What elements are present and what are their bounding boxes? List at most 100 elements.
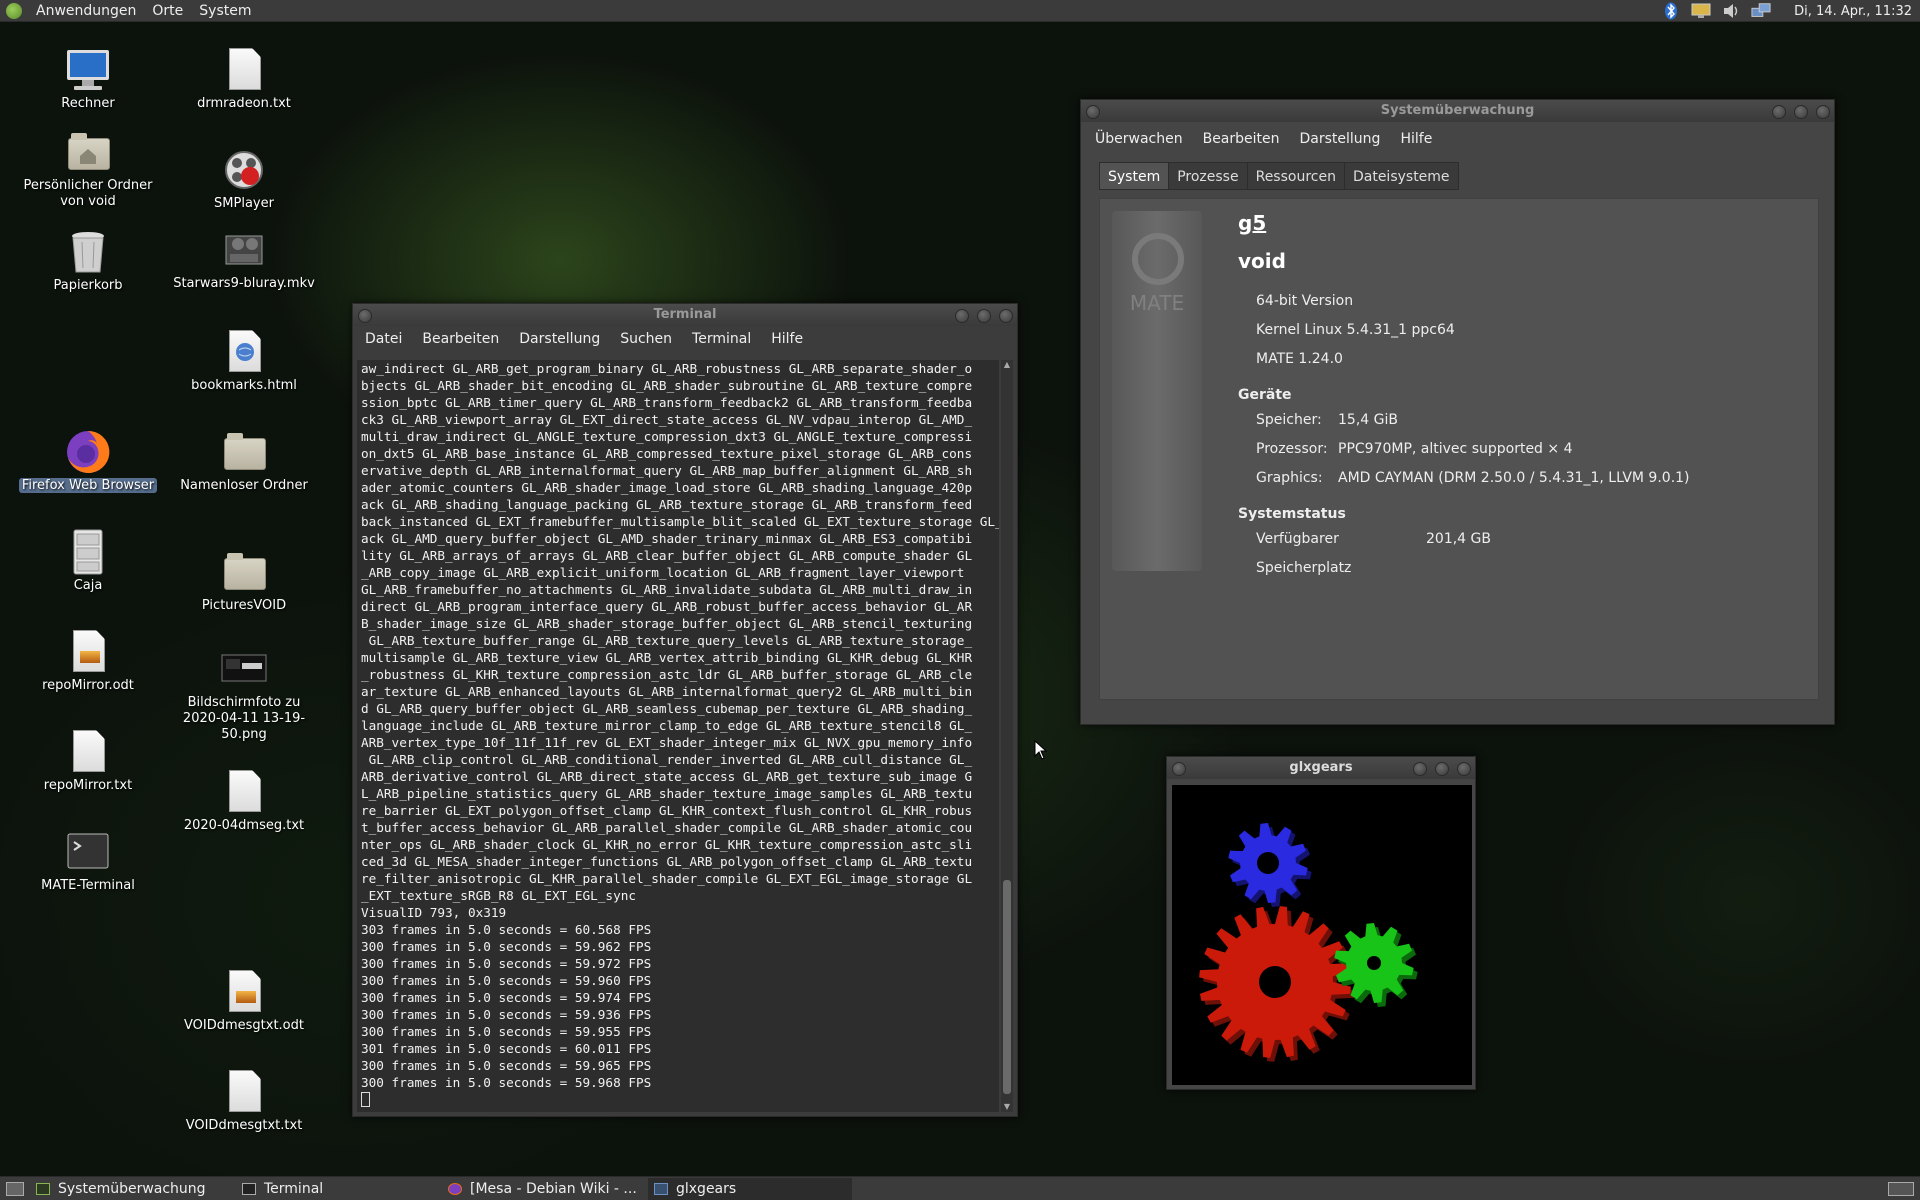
display-icon[interactable]: [1691, 2, 1711, 20]
window-menu-button[interactable]: [358, 309, 372, 323]
minimize-button[interactable]: [1413, 762, 1427, 776]
hostname[interactable]: g5: [1238, 211, 1690, 235]
minimize-button[interactable]: [955, 309, 969, 323]
window-menu-button[interactable]: [1086, 105, 1100, 119]
terminal-line: _EXT_texture_sRGB_R8 GL_EXT_EGL_sync: [361, 888, 636, 903]
scroll-up-icon[interactable]: ▲: [1001, 360, 1013, 370]
terminal-line: 300 frames in 5.0 seconds = 59.962 FPS: [361, 939, 652, 954]
desktop-icon-caja[interactable]: Caja: [13, 528, 163, 594]
tab-prozesse[interactable]: Prozesse: [1168, 162, 1248, 190]
text-file-icon: [220, 1068, 268, 1116]
desktop-icon-label: Starwars9-bluray.mkv: [173, 276, 315, 291]
graphics-label: Graphics:: [1256, 470, 1323, 486]
terminal-scrollbar[interactable]: ▲ ▼: [1001, 360, 1013, 1112]
close-button[interactable]: [1457, 762, 1471, 776]
menu-datei[interactable]: Datei: [355, 331, 412, 347]
desktop-icon-label: PicturesVOID: [201, 598, 287, 613]
tab-dateisysteme[interactable]: Dateisysteme: [1343, 162, 1459, 190]
bluetooth-icon[interactable]: [1661, 2, 1681, 20]
menu-darstellung[interactable]: Darstellung: [509, 331, 610, 347]
system-monitor-window[interactable]: Systemüberwachung Überwachen Bearbeiten …: [1080, 99, 1835, 725]
desktop-icon-voiddmesg-txt[interactable]: VOIDdmesgtxt.txt: [169, 1068, 319, 1134]
mate-logo-icon: [1132, 233, 1184, 285]
desktop-icon-label: bookmarks.html: [191, 378, 297, 393]
system-monitor-menubar: Überwachen Bearbeiten Darstellung Hilfe: [1085, 126, 1834, 152]
show-desktop-icon[interactable]: [6, 1181, 24, 1196]
terminal-line: 300 frames in 5.0 seconds = 59.965 FPS: [361, 1058, 652, 1073]
menu-places[interactable]: Orte: [144, 3, 191, 19]
close-button[interactable]: [999, 309, 1013, 323]
desktop-icon-bildschirmfoto[interactable]: Bildschirmfoto zu 2020-04-11 13-19-50.pn…: [169, 645, 319, 743]
menu-terminal[interactable]: Terminal: [682, 331, 761, 347]
window-menu-button[interactable]: [1172, 762, 1186, 776]
menu-suchen[interactable]: Suchen: [610, 331, 682, 347]
disk-row: Verfügbarer Speicherplatz 201,4 GB: [1256, 525, 1690, 583]
workspace-switcher-icon[interactable]: [1888, 1181, 1914, 1196]
desktop-icon-mate-terminal[interactable]: MATE-Terminal: [13, 828, 163, 894]
desktop-icon-home[interactable]: Persönlicher Ordner von void: [13, 128, 163, 210]
task-terminal[interactable]: Terminal: [236, 1178, 440, 1200]
task-firefox[interactable]: [Mesa - Debian Wiki - ...: [442, 1178, 646, 1200]
clock[interactable]: Di, 14. Apr., 11:32: [1776, 4, 1920, 19]
desktop-icon-trash[interactable]: Papierkorb: [13, 228, 163, 294]
task-glxgears[interactable]: glxgears: [648, 1177, 852, 1200]
menu-bearbeiten[interactable]: Bearbeiten: [412, 331, 509, 347]
task-system-monitor[interactable]: Systemüberwachung: [30, 1178, 234, 1200]
desktop-icon-label: VOIDdmesgtxt.odt: [183, 1018, 304, 1033]
menu-bearbeiten[interactable]: Bearbeiten: [1193, 131, 1290, 147]
desktop-icon-dmseg[interactable]: 2020-04dmseg.txt: [169, 768, 319, 834]
terminal-line: 300 frames in 5.0 seconds = 59.960 FPS: [361, 973, 652, 988]
desktop-icon-drmradeon[interactable]: drmradeon.txt: [169, 46, 319, 112]
terminal-output[interactable]: aw_indirect GL_ARB_get_program_binary GL…: [357, 360, 999, 1112]
menu-applications[interactable]: Anwendungen: [28, 3, 144, 19]
terminal-line: GL_ARB_framebuffer_no_attachments GL_ARB…: [361, 582, 973, 597]
tab-ressourcen[interactable]: Ressourcen: [1246, 162, 1345, 190]
task-label: Systemüberwachung: [58, 1180, 206, 1197]
desktop-icon-firefox[interactable]: Firefox Web Browser: [13, 428, 163, 494]
menu-hilfe[interactable]: Hilfe: [761, 331, 813, 347]
maximize-button[interactable]: [1435, 762, 1449, 776]
tab-system[interactable]: System: [1099, 162, 1170, 190]
terminal-window[interactable]: Terminal Datei Bearbeiten Darstellung Su…: [352, 303, 1018, 1117]
desktop-icon-repomirror-odt[interactable]: repoMirror.odt: [13, 628, 163, 694]
desktop-icon-voiddmesg-odt[interactable]: VOIDdmesgtxt.odt: [169, 968, 319, 1034]
system-monitor-tabs: System Prozesse Ressourcen Dateisysteme: [1099, 162, 1834, 190]
terminal-menubar: Datei Bearbeiten Darstellung Suchen Term…: [355, 326, 1017, 352]
terminal-line: nter_ops GL_ARB_shader_clock GL_KHR_no_e…: [361, 837, 973, 852]
desktop-icon-bookmarks[interactable]: bookmarks.html: [169, 328, 319, 394]
scrollbar-thumb[interactable]: [1003, 880, 1011, 1094]
glxgears-titlebar[interactable]: glxgears: [1167, 757, 1475, 779]
terminal-titlebar[interactable]: Terminal: [353, 304, 1017, 326]
maximize-button[interactable]: [977, 309, 991, 323]
home-folder-icon: [64, 128, 112, 176]
desktop-icon-repomirror-txt[interactable]: repoMirror.txt: [13, 728, 163, 794]
terminal-line: ack GL_ARB_shading_language_packing GL_A…: [361, 497, 973, 512]
menu-ueberwachen[interactable]: Überwachen: [1085, 131, 1193, 147]
menu-hilfe[interactable]: Hilfe: [1390, 131, 1442, 147]
close-button[interactable]: [1816, 105, 1830, 119]
desktop-icon-namenloser-ordner[interactable]: Namenloser Ordner: [169, 428, 319, 494]
terminal-line: re_filter_anisotropic GL_KHR_parallel_sh…: [361, 871, 973, 886]
glxgears-window[interactable]: glxgears: [1166, 756, 1476, 1090]
network-icon[interactable]: [1751, 2, 1771, 20]
desktop-icon-picturesvoid[interactable]: PicturesVOID: [169, 548, 319, 614]
mate-logo-icon[interactable]: [6, 2, 22, 19]
desktop-icon-smplayer[interactable]: SMPlayer: [169, 146, 319, 212]
system-monitor-titlebar[interactable]: Systemüberwachung: [1081, 100, 1834, 122]
menu-system[interactable]: System: [191, 3, 259, 19]
terminal-icon: [242, 1182, 256, 1195]
menu-darstellung[interactable]: Darstellung: [1290, 131, 1391, 147]
scroll-down-icon[interactable]: ▼: [1001, 1102, 1013, 1112]
desktop-icon-label: Papierkorb: [53, 278, 123, 293]
desktop-icon-rechner[interactable]: Rechner: [13, 46, 163, 112]
desktop-icon-label: Rechner: [61, 96, 115, 111]
maximize-button[interactable]: [1794, 105, 1808, 119]
terminal-line: back_instanced GL_EXT_framebuffer_multis…: [361, 514, 999, 529]
folder-icon: [220, 548, 268, 596]
volume-icon[interactable]: [1721, 2, 1741, 20]
minimize-button[interactable]: [1772, 105, 1786, 119]
desktop-icon-starwars[interactable]: Starwars9-bluray.mkv: [169, 226, 319, 292]
graphics-row: Graphics: AMD CAYMAN (DRM 2.50.0 / 5.4.3…: [1256, 464, 1690, 493]
glxgears-canvas[interactable]: [1172, 785, 1472, 1085]
mate-logo-text: MATE: [1129, 291, 1185, 315]
